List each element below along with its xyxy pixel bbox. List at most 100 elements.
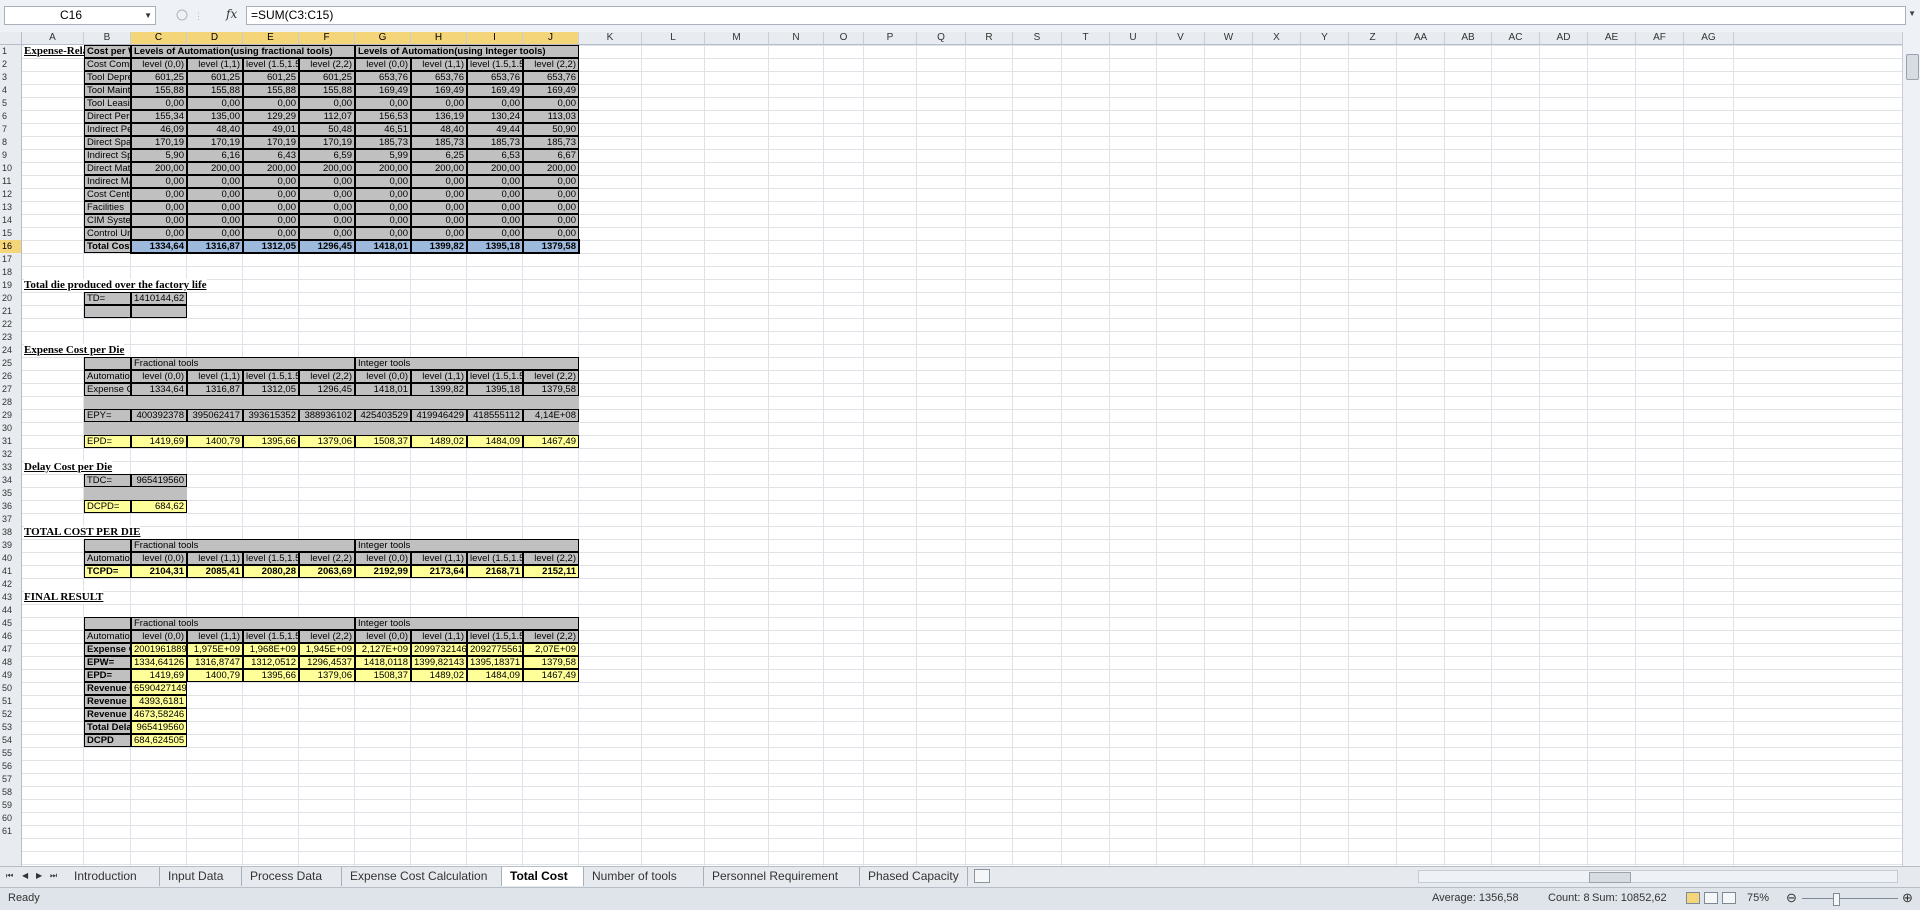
next-sheet-icon[interactable]: ▶ — [36, 871, 42, 880]
cost-value[interactable]: 0,00 — [355, 201, 411, 214]
column-header-u[interactable]: U — [1110, 32, 1157, 44]
cost-value[interactable]: 0,00 — [243, 97, 299, 110]
cost-value[interactable]: 49,01 — [243, 123, 299, 136]
cost-component-label[interactable]: Indirect Personnel — [84, 123, 131, 136]
blank-cell[interactable] — [84, 422, 131, 435]
level-header[interactable]: level (1,1) — [187, 370, 243, 383]
cost-component-label[interactable]: Indirect Material — [84, 175, 131, 188]
tcpd-value[interactable]: 2104,31 — [131, 565, 187, 578]
cost-component-label[interactable]: Control Units — [84, 227, 131, 240]
column-header-x[interactable]: X — [1253, 32, 1301, 44]
level-header[interactable]: level (1.5,1.5) — [467, 552, 523, 565]
zoom-slider-thumb[interactable] — [1833, 893, 1840, 906]
column-header-z[interactable]: Z — [1349, 32, 1397, 44]
level-header[interactable]: level (2,2) — [299, 58, 355, 71]
summary-label[interactable]: Revenue per Die — [84, 708, 131, 721]
cost-value[interactable]: 0,00 — [243, 201, 299, 214]
column-header-af[interactable]: AF — [1636, 32, 1684, 44]
td-label[interactable]: TD= — [84, 292, 131, 305]
column-header-d[interactable]: D — [187, 32, 243, 44]
epw-value[interactable]: 1395,18371 — [467, 656, 523, 669]
level-header[interactable]: level (1,1) — [187, 630, 243, 643]
expense-cost-value[interactable]: 1296,45 — [299, 383, 355, 396]
cost-value[interactable]: 200,00 — [243, 162, 299, 175]
row-header-4[interactable]: 4 — [0, 84, 21, 97]
cost-value[interactable]: 0,00 — [411, 175, 467, 188]
row-header-47[interactable]: 47 — [0, 643, 21, 656]
sheet-tab-phased-capacity[interactable]: Phased Capacity — [860, 867, 968, 886]
column-header-w[interactable]: W — [1205, 32, 1253, 44]
cost-component-label[interactable]: Tool Leasing — [84, 97, 131, 110]
cost-value[interactable]: 136,19 — [411, 110, 467, 123]
cost-value[interactable]: 155,88 — [299, 84, 355, 97]
total-cost-label[interactable]: Total Cost — [84, 240, 131, 253]
row-header-43[interactable]: 43 — [0, 591, 21, 604]
cost-value[interactable]: 185,73 — [411, 136, 467, 149]
cost-component-label[interactable]: Direct Personnel — [84, 110, 131, 123]
header-cost-per-wafer[interactable]: Cost per Wafer — [84, 45, 131, 58]
blank-cell[interactable] — [84, 396, 131, 409]
cost-value[interactable]: 0,00 — [411, 227, 467, 240]
epd-value[interactable]: 1484,09 — [467, 669, 523, 682]
dcpd-label[interactable]: DCPD= — [84, 500, 131, 513]
expense-over-life-label[interactable]: Expense Over Life — [84, 643, 131, 656]
cost-value[interactable]: 49,44 — [467, 123, 523, 136]
cost-value[interactable]: 113,03 — [523, 110, 579, 123]
row-header-59[interactable]: 59 — [0, 799, 21, 812]
cost-component-label[interactable]: Direct Space — [84, 136, 131, 149]
row-header-55[interactable]: 55 — [0, 747, 21, 760]
row-header-54[interactable]: 54 — [0, 734, 21, 747]
level-header[interactable]: level (0,0) — [131, 370, 187, 383]
epy-value[interactable]: 388936102 — [299, 409, 355, 422]
zoom-slider[interactable] — [1802, 898, 1898, 899]
expense-cost-value[interactable]: 1334,64 — [131, 383, 187, 396]
row-header-12[interactable]: 12 — [0, 188, 21, 201]
vertical-scrollbar[interactable] — [1902, 32, 1920, 866]
row-header-36[interactable]: 36 — [0, 500, 21, 513]
blank-cell[interactable] — [84, 617, 131, 630]
row-header-28[interactable]: 28 — [0, 396, 21, 409]
row-header-40[interactable]: 40 — [0, 552, 21, 565]
cost-value[interactable]: 0,00 — [243, 175, 299, 188]
blank-cell[interactable] — [187, 396, 243, 409]
cost-value[interactable]: 169,49 — [523, 84, 579, 97]
level-header[interactable]: level (1.5,1.5) — [467, 370, 523, 383]
level-header[interactable]: level (1.5,1.5) — [243, 630, 299, 643]
column-header-h[interactable]: H — [411, 32, 467, 44]
row-header-27[interactable]: 27 — [0, 383, 21, 396]
formula-bar-grip[interactable]: ⋮ — [168, 6, 208, 25]
level-header[interactable]: level (1.5,1.5) — [243, 370, 299, 383]
blank-cell[interactable] — [411, 422, 467, 435]
column-header-r[interactable]: R — [966, 32, 1013, 44]
epd-value[interactable]: 1508,37 — [355, 435, 411, 448]
level-header[interactable]: level (2,2) — [523, 370, 579, 383]
cost-value[interactable]: 169,49 — [411, 84, 467, 97]
row-header-9[interactable]: 9 — [0, 149, 21, 162]
row-header-3[interactable]: 3 — [0, 71, 21, 84]
blank-cell[interactable] — [131, 487, 187, 500]
cost-value[interactable]: 48,40 — [411, 123, 467, 136]
column-header-a[interactable]: A — [22, 32, 84, 44]
cost-component-label[interactable]: Cost Centers — [84, 188, 131, 201]
level-header[interactable]: level (1,1) — [411, 58, 467, 71]
row-header-14[interactable]: 14 — [0, 214, 21, 227]
cost-value[interactable]: 0,00 — [523, 97, 579, 110]
cost-value[interactable]: 0,00 — [467, 188, 523, 201]
sheet-tab-expense-cost-calculation[interactable]: Expense Cost Calculation — [342, 867, 502, 886]
epw-label[interactable]: EPW= — [84, 656, 131, 669]
worksheet-grid[interactable]: Expense-Related CostCost per WaferLevels… — [22, 45, 1902, 866]
cost-value[interactable]: 6,67 — [523, 149, 579, 162]
cost-value[interactable]: 0,00 — [355, 175, 411, 188]
row-header-26[interactable]: 26 — [0, 370, 21, 383]
tcpd-value[interactable]: 2063,69 — [299, 565, 355, 578]
cost-component-label[interactable]: Facilities — [84, 201, 131, 214]
page-break-view-icon[interactable] — [1722, 892, 1736, 904]
row-header-33[interactable]: 33 — [0, 461, 21, 474]
row-header-50[interactable]: 50 — [0, 682, 21, 695]
vertical-scroll-thumb[interactable] — [1906, 54, 1919, 80]
epy-value[interactable]: 419946429 — [411, 409, 467, 422]
blank-cell[interactable] — [84, 357, 131, 370]
cost-value[interactable]: 0,00 — [243, 227, 299, 240]
cost-value[interactable]: 653,76 — [467, 71, 523, 84]
row-header-44[interactable]: 44 — [0, 604, 21, 617]
